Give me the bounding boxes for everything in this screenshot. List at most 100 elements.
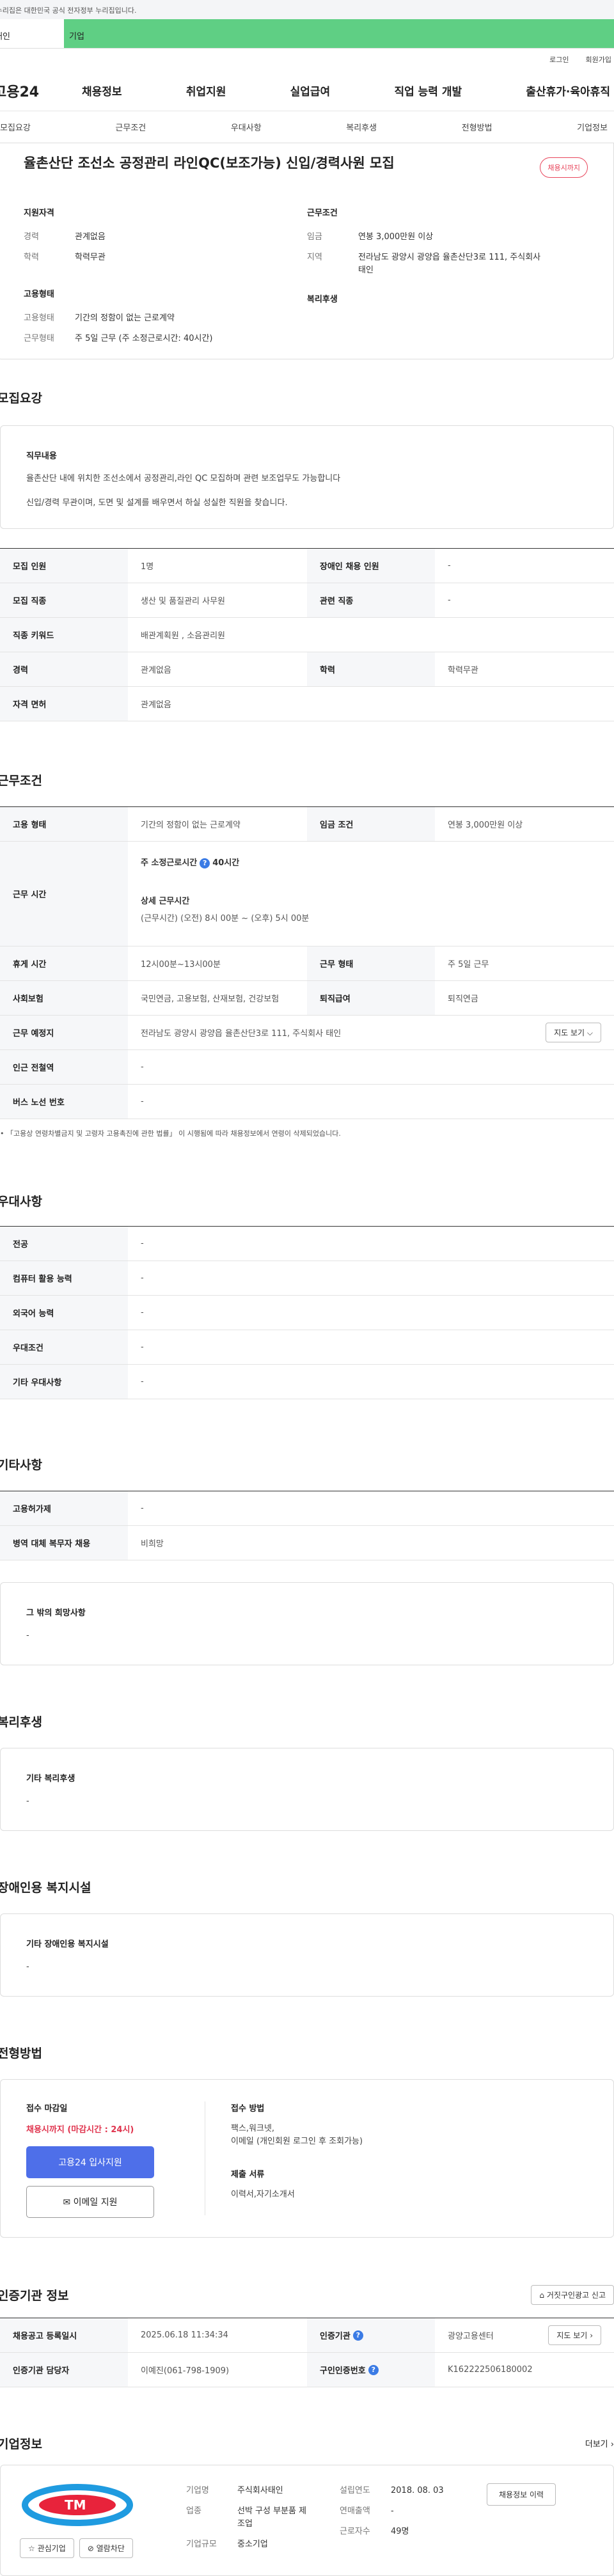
nav-skill-development[interactable]: 직업 능력 개발 <box>394 82 462 98</box>
anchor-welfare[interactable]: 복리후생 <box>346 121 377 133</box>
company-heading: 기업정보 <box>0 2437 42 2451</box>
label: 모집 인원 <box>0 549 128 583</box>
label: 퇴직급여 <box>307 981 435 1015</box>
value: 주 5일 근무 (주 소정근로시간: 40시간) <box>75 334 213 343</box>
label: 컴퓨터 활용 능력 <box>0 1261 128 1295</box>
welfare-box: 기타 복리후생 - <box>0 1748 614 1831</box>
label: 경력 <box>0 652 128 686</box>
label: 전공 <box>0 1227 128 1261</box>
recruit-history-button[interactable]: 채용정보 이력 <box>487 2483 556 2506</box>
job-description-title: 직무내용 <box>26 452 57 461</box>
value: 1명 <box>141 562 154 572</box>
favorite-company-button[interactable]: ☆ 관심기업 <box>20 2538 74 2558</box>
anchor-pref[interactable]: 우대사항 <box>231 121 262 133</box>
deadline-badge: 채용시까지 <box>540 157 588 178</box>
pref-table: 전공 - 컴퓨터 활용 능력 - 외국어 능력 - 우대조건 - 기타 우대사항 - <box>0 1226 614 1399</box>
method-title: 접수 방법 <box>231 2104 265 2114</box>
method-value: 팩스,워크넷, <box>231 2124 275 2133</box>
anchor-recruit[interactable]: 모집요강 <box>0 121 31 133</box>
label: 채용공고 등록일시 <box>0 2318 128 2352</box>
recruit-heading: 모집요강 <box>0 391 42 405</box>
summary-conditions-heading: 근무조건 <box>307 208 338 218</box>
label: 임금 <box>307 232 322 242</box>
docs-title: 제출 서류 <box>231 2170 265 2179</box>
apply-button[interactable]: 고용24 입사지원 <box>26 2146 154 2178</box>
work-time-detail: 주 소정근로시간? 40시간 상세 근무시간 (근무시간) (오전) 8시 00분… <box>128 842 614 946</box>
label: 근로자수 <box>340 2527 370 2536</box>
label: 기업규모 <box>186 2540 217 2549</box>
label: 모집 직종 <box>0 583 128 617</box>
value: 관계없음 <box>141 666 171 675</box>
label: 근무 시간 <box>0 842 128 946</box>
anchor-process[interactable]: 전형방법 <box>462 121 492 133</box>
label: 인근 전철역 <box>0 1050 128 1084</box>
info-icon[interactable]: ? <box>368 2364 379 2375</box>
report-fake-ad-button[interactable]: ⌂ 거짓구인광고 신고 <box>531 2285 614 2305</box>
value: 비희망 <box>141 1539 164 1549</box>
hope-box: 그 밖의 희망사항 - <box>0 1582 614 1665</box>
label: 학력 <box>307 652 435 686</box>
info-icon[interactable]: ? <box>200 858 210 868</box>
work-heading: 근무조건 <box>0 774 42 788</box>
welfare-title: 기타 복리후생 <box>26 1774 75 1784</box>
job-title: 율촌산단 조선소 공정관리 라인QC(보조가능) 신입/경력사원 모집 <box>24 155 395 171</box>
home-icon: ⌂ <box>539 2291 547 2300</box>
summary-qualification-heading: 지원자격 <box>24 208 54 218</box>
mail-icon: ✉ <box>63 2197 74 2208</box>
agency-map-button[interactable]: 지도 보기 › <box>548 2325 601 2345</box>
work-section: 근무조건 고용 형태 기간의 정함이 없는 근로계약 임금 조건 연봉 3,000만… <box>0 771 614 1138</box>
label: 경력 <box>24 232 39 242</box>
value: - <box>141 1062 144 1072</box>
value: - <box>141 1239 144 1248</box>
job-summary-box: 율촌산단 조선소 공정관리 라인QC(보조가능) 신입/경력사원 모집 채용시까… <box>0 143 614 359</box>
detail-hours-title: 상세 근무시간 <box>141 897 190 906</box>
value: 연봉 3,000만원 이상 <box>448 821 523 830</box>
site-logo[interactable]: 고용24 <box>0 81 82 101</box>
summary-employment-heading: 고용형태 <box>24 290 54 299</box>
company-section: 기업정보 더보기 › TM ☆ 관심기업 ⊘ 열람차단 기업명 주식회사태인 업종… <box>0 2435 614 2576</box>
nav-unemployment-benefit[interactable]: 실업급여 <box>290 82 331 98</box>
summary-welfare-heading: 복리후생 <box>307 295 338 304</box>
value: 2018. 08. 03 <box>391 2486 444 2495</box>
chevron-down-icon: ⌵ <box>586 1028 593 1037</box>
block-icon: ⊘ <box>87 2544 97 2553</box>
anchor-company[interactable]: 기업정보 <box>577 121 608 133</box>
etc-section: 기타사항 고용허가제 - 병역 대체 복무자 채용 비희망 그 밖의 희망사항 - <box>0 1456 614 1665</box>
nav-maternity-leave[interactable]: 출산휴가·육아휴직 <box>526 82 610 98</box>
label: 인증기관? <box>307 2318 435 2352</box>
method-value: 이메일 (개인회원 로그인 후 조회가능) <box>231 2137 363 2146</box>
job-description-text: 신입/경력 무관이며, 도면 및 설계를 배우면서 하실 성실한 직원을 찾습니… <box>26 498 288 508</box>
member-type-tabs: 개인 기업 <box>0 19 614 49</box>
value: 전라남도 광양시 광양읍 율촌산단3로 111, 주식회사 태인 <box>141 1029 342 1039</box>
nav-job-info[interactable]: 채용정보 <box>82 82 122 98</box>
value: 12시00분~13시00분 <box>141 960 221 970</box>
value: 선박 구성 부분품 제조업 <box>237 2506 307 2529</box>
signup-link[interactable]: 회원가입 <box>586 54 611 65</box>
label: 고용 형태 <box>0 807 128 841</box>
tab-company[interactable]: 기업 <box>64 19 614 48</box>
label: 고용허가제 <box>0 1491 128 1525</box>
map-view-button[interactable]: 지도 보기 ⌵ <box>546 1023 601 1042</box>
label: 휴게 시간 <box>0 946 128 980</box>
login-link[interactable]: 로그인 <box>549 54 569 65</box>
info-icon[interactable]: ? <box>352 2330 363 2341</box>
job-description-box: 직무내용 율촌산단 내에 위치한 조선소에서 공정관리,라인 QC 모집하며 관… <box>0 425 614 529</box>
cert-section: 인증기관 정보 ⌂ 거짓구인광고 신고 채용공고 등록일시 2025.06.18 … <box>0 2285 614 2387</box>
value: - <box>141 1377 144 1386</box>
value: 중소기업 <box>237 2540 268 2549</box>
label: 직종 키워드 <box>0 618 128 652</box>
email-apply-button[interactable]: ✉ 이메일 지원 <box>26 2186 154 2218</box>
welfare-heading: 복리후생 <box>0 1715 42 1729</box>
cert-table: 채용공고 등록일시 2025.06.18 11:34:34 인증기관? 광양고용센터… <box>0 2318 614 2387</box>
facility-value: - <box>26 1962 29 1972</box>
value: 주식회사태인 <box>237 2486 283 2495</box>
label: 인증기관 담당자 <box>0 2353 128 2387</box>
label: 관련 직종 <box>307 583 435 617</box>
company-more-link[interactable]: 더보기 › <box>585 2437 614 2449</box>
nav-employment-support[interactable]: 취업지원 <box>186 82 226 98</box>
value: - <box>391 2506 394 2516</box>
block-view-button[interactable]: ⊘ 열람차단 <box>79 2538 133 2558</box>
weekly-hours-label: 주 소정근로시간 <box>141 858 198 868</box>
anchor-work[interactable]: 근무조건 <box>115 121 146 133</box>
tab-individual[interactable]: 개인 <box>0 19 64 48</box>
